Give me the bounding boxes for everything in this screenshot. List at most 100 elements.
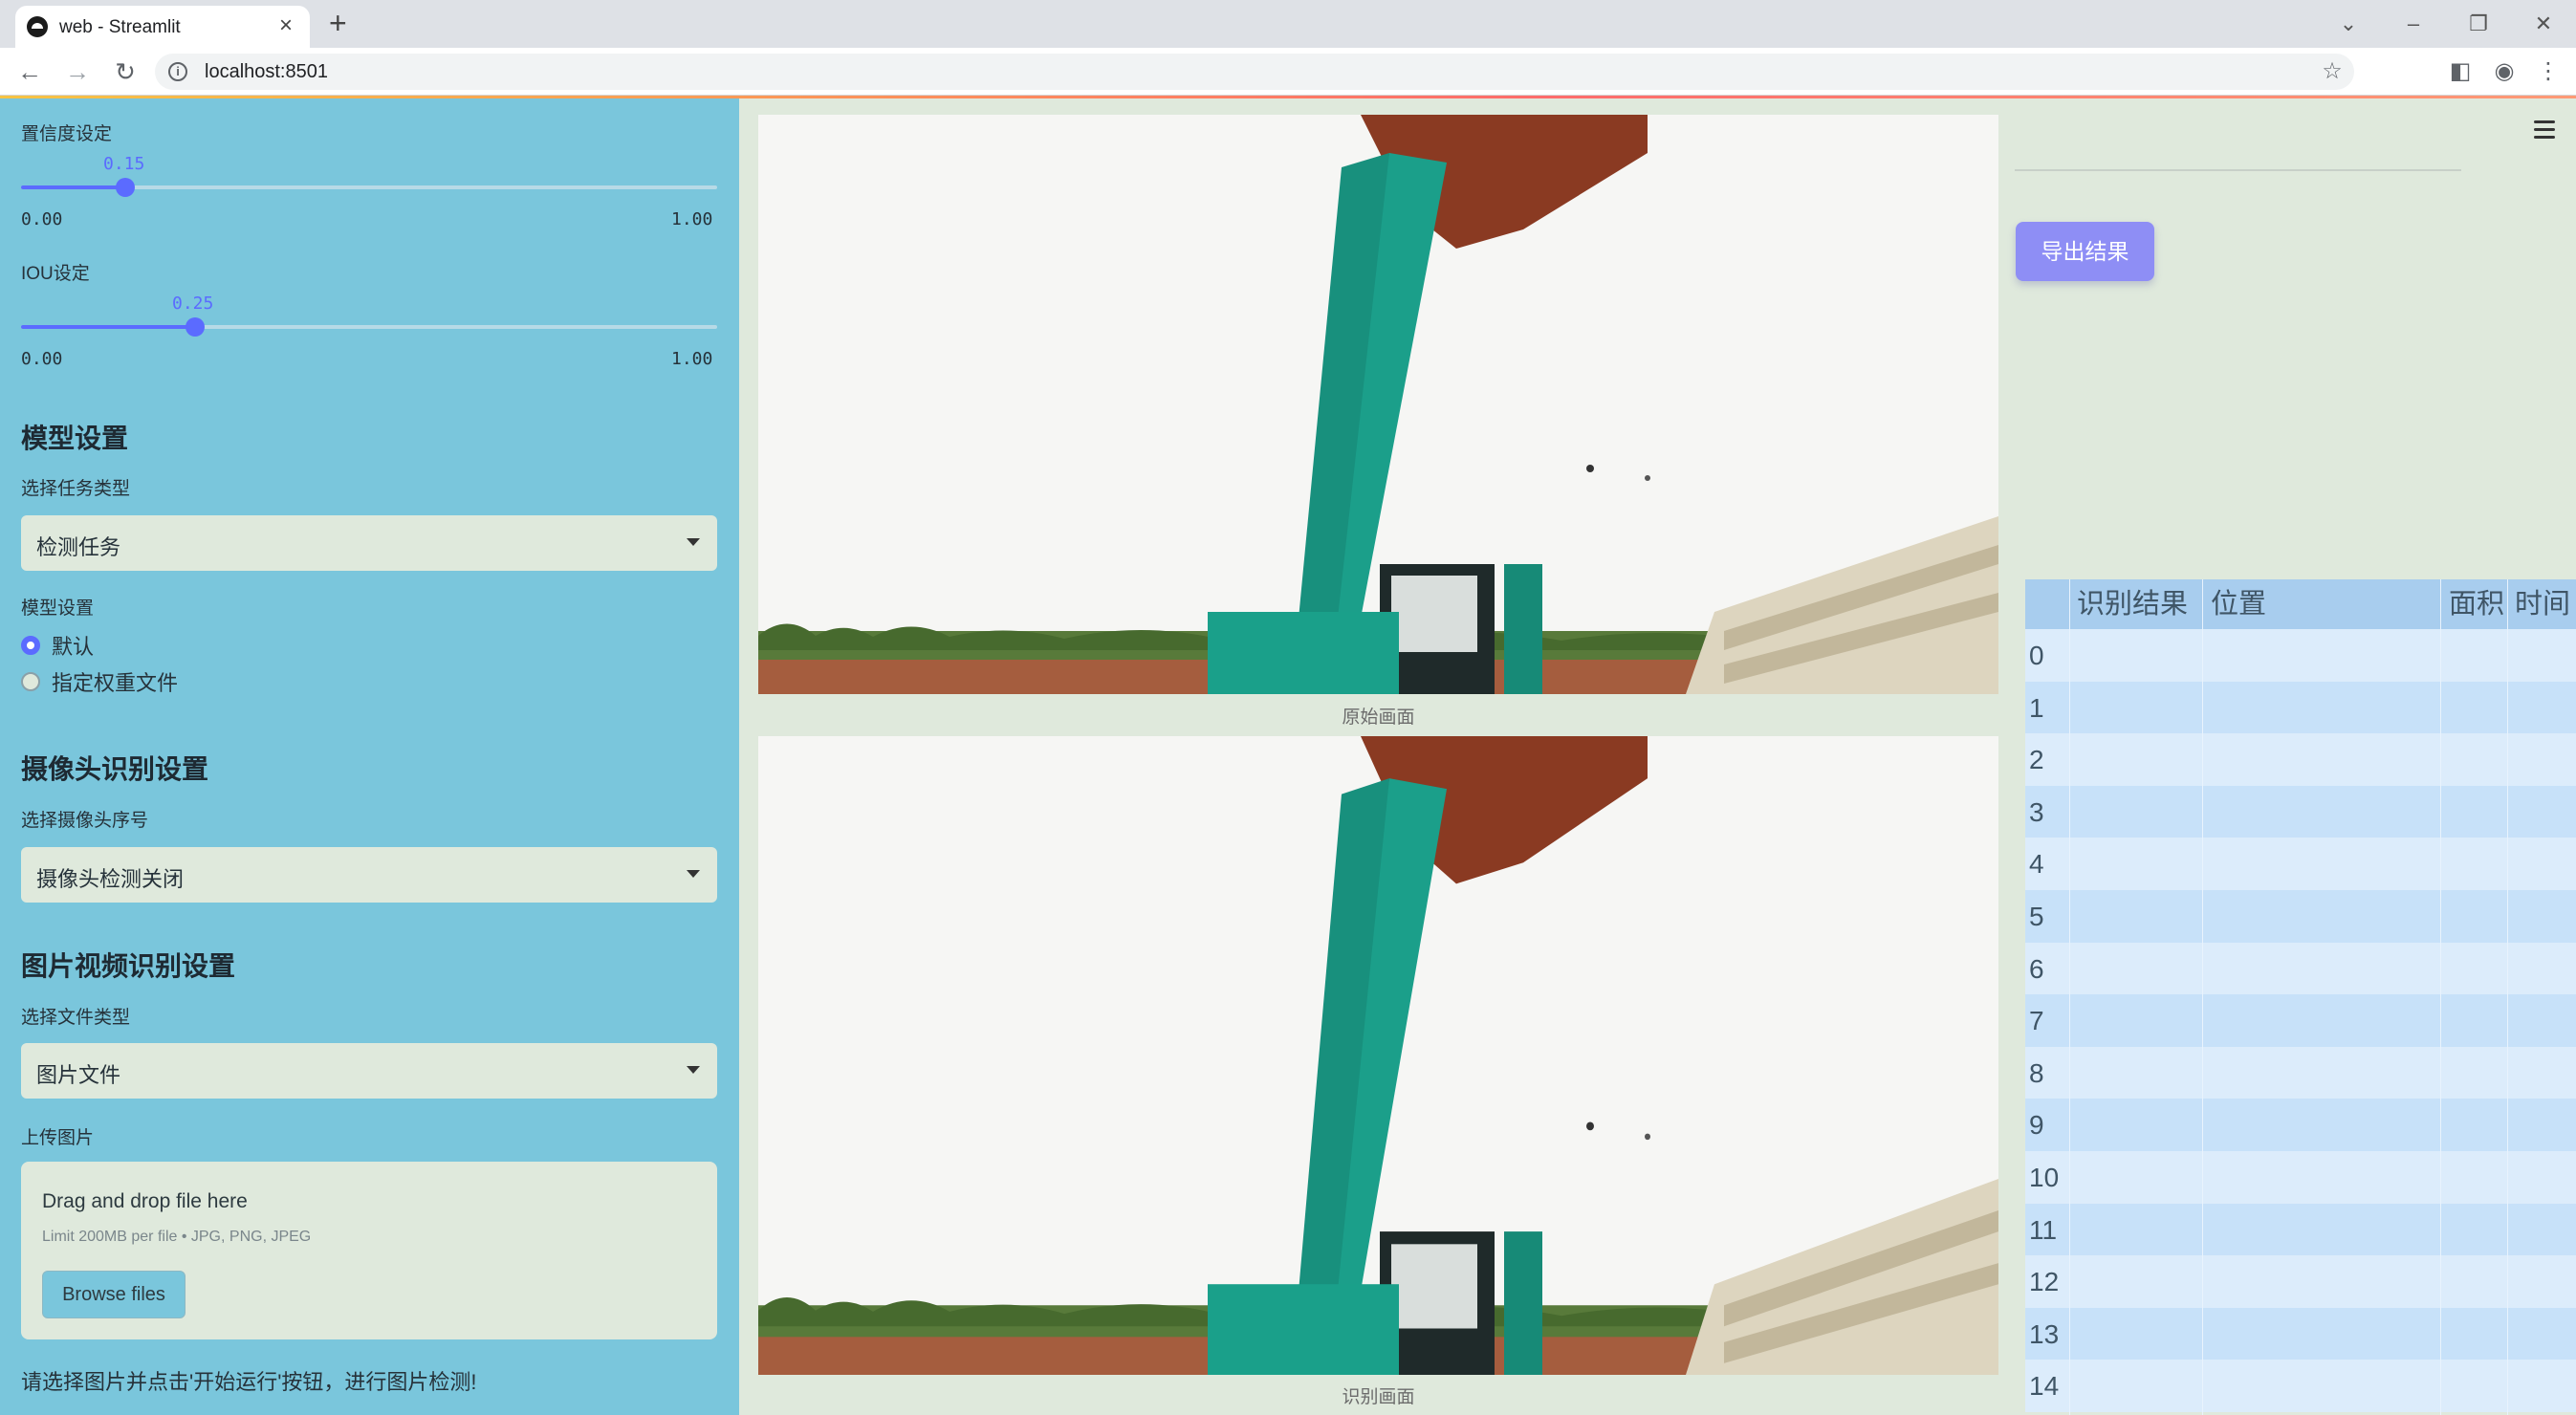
column-header-time[interactable]: 时间 xyxy=(2515,579,2570,629)
task-type-value: 检测任务 xyxy=(36,535,121,559)
file-type-label: 选择文件类型 xyxy=(21,1008,131,1028)
table-header: 识别结果 位置 面积 时间 xyxy=(2025,579,2576,629)
chevron-down-icon xyxy=(687,870,700,878)
table-row[interactable]: 10 xyxy=(2025,1151,2576,1204)
task-type-label: 选择任务类型 xyxy=(21,479,131,499)
radio-custom-weights-label: 指定权重文件 xyxy=(52,671,179,695)
file-type-value: 图片文件 xyxy=(36,1063,121,1087)
task-type-select[interactable]: 检测任务 xyxy=(21,515,717,571)
confidence-label: 置信度设定 xyxy=(21,124,113,144)
table-row[interactable]: 9 xyxy=(2025,1099,2576,1152)
row-index: 5 xyxy=(2029,902,2044,931)
original-image-caption: 原始画面 xyxy=(1342,708,1415,728)
radio-default[interactable]: 默认 xyxy=(21,630,94,661)
camera-index-label: 选择摄像头序号 xyxy=(21,811,149,831)
column-header-position[interactable]: 位置 xyxy=(2211,579,2266,629)
row-index: 3 xyxy=(2029,796,2044,827)
results-table[interactable]: 识别结果 位置 面积 时间 0 1 2 3 4 5 6 7 8 9 10 11 12 13 14 xyxy=(2025,579,2576,1415)
radio-selected-icon[interactable] xyxy=(21,636,40,655)
confidence-slider-fill xyxy=(21,185,125,189)
row-index: 6 xyxy=(2029,953,2044,984)
file-settings-heading: 图片视频识别设置 xyxy=(21,951,236,981)
sidebar: 置信度设定 0.15 0.00 1.00 IOU设定 0.25 0.00 1.0… xyxy=(0,98,739,1415)
reload-icon[interactable]: ↻ xyxy=(109,55,142,88)
file-type-select[interactable]: 图片文件 xyxy=(21,1043,717,1099)
dropzone-title: Drag and drop file here xyxy=(42,1190,248,1212)
camera-index-value: 摄像头检测关闭 xyxy=(36,867,185,891)
camera-index-select[interactable]: 摄像头检测关闭 xyxy=(21,847,717,903)
browser-menu-icon[interactable]: ⋮ xyxy=(2534,57,2563,86)
table-row[interactable]: 5 xyxy=(2025,890,2576,943)
back-arrow-icon[interactable]: ← xyxy=(13,55,46,88)
close-tab-icon[interactable]: × xyxy=(279,11,293,40)
tab-search-chevron-icon[interactable]: ⌄ xyxy=(2316,11,2381,36)
model-settings-heading: 模型设置 xyxy=(21,424,129,453)
camera-settings-heading: 摄像头识别设置 xyxy=(21,754,209,784)
radio-unselected-icon[interactable] xyxy=(21,672,40,691)
close-window-icon[interactable]: ✕ xyxy=(2511,11,2576,36)
table-row[interactable]: 8 xyxy=(2025,1046,2576,1099)
browser-tab[interactable]: web - Streamlit × xyxy=(15,6,310,48)
column-divider xyxy=(2202,579,2203,1415)
row-index: 11 xyxy=(2029,1214,2058,1245)
dropzone-limit: Limit 200MB per file • JPG, PNG, JPEG xyxy=(42,1229,312,1245)
file-uploader-dropzone[interactable]: Drag and drop file here Limit 200MB per … xyxy=(21,1162,717,1339)
row-index: 14 xyxy=(2029,1371,2060,1402)
browser-toolbar: ← → ↻ i localhost:8501 ☆ ◧ ◉ ⋮ xyxy=(0,48,2576,96)
confidence-value: 0.15 xyxy=(103,154,145,174)
address-bar[interactable]: i localhost:8501 ☆ xyxy=(155,54,2354,90)
side-panel-icon[interactable]: ◧ xyxy=(2446,57,2475,86)
model-settings-label: 模型设置 xyxy=(21,599,95,619)
row-index: 8 xyxy=(2029,1057,2044,1088)
table-row[interactable]: 3 xyxy=(2025,785,2576,838)
iou-label: IOU设定 xyxy=(21,264,90,284)
radio-custom-weights[interactable]: 指定权重文件 xyxy=(21,666,178,697)
row-index: 2 xyxy=(2029,745,2044,775)
iou-slider[interactable] xyxy=(21,317,717,337)
confidence-slider[interactable] xyxy=(21,178,717,197)
iou-slider-fill xyxy=(21,325,195,329)
divider xyxy=(2015,169,2461,171)
table-row[interactable]: 7 xyxy=(2025,994,2576,1048)
app-menu-hamburger-icon[interactable] xyxy=(2534,119,2559,142)
table-row[interactable]: 4 xyxy=(2025,838,2576,891)
iou-min: 0.00 xyxy=(21,349,63,369)
table-row[interactable]: 13 xyxy=(2025,1307,2576,1361)
column-header-area[interactable]: 面积 xyxy=(2449,579,2504,629)
result-image-caption: 识别画面 xyxy=(1342,1387,1415,1407)
table-row[interactable]: 1 xyxy=(2025,681,2576,734)
url-text[interactable]: localhost:8501 xyxy=(205,61,328,83)
bookmark-star-icon[interactable]: ☆ xyxy=(2318,57,2347,86)
streamlit-favicon-icon xyxy=(27,16,48,37)
minimize-icon[interactable]: – xyxy=(2381,11,2446,36)
table-row[interactable]: 14 xyxy=(2025,1360,2576,1413)
table-row[interactable]: 6 xyxy=(2025,942,2576,995)
table-row[interactable]: 12 xyxy=(2025,1255,2576,1309)
forward-arrow-icon[interactable]: → xyxy=(61,55,94,88)
table-row[interactable]: 11 xyxy=(2025,1203,2576,1256)
table-row[interactable]: 2 xyxy=(2025,733,2576,787)
row-index: 13 xyxy=(2029,1318,2060,1349)
confidence-max: 1.00 xyxy=(671,209,713,229)
tab-title: web - Streamlit xyxy=(59,17,181,37)
export-results-button[interactable]: 导出结果 xyxy=(2016,222,2154,281)
restore-icon[interactable]: ❐ xyxy=(2446,11,2511,36)
confidence-slider-thumb[interactable] xyxy=(116,178,135,197)
browse-files-button[interactable]: Browse files xyxy=(42,1271,186,1318)
original-image-graphic xyxy=(758,115,1998,694)
row-index: 1 xyxy=(2029,692,2044,723)
confidence-min: 0.00 xyxy=(21,209,63,229)
row-index: 9 xyxy=(2029,1110,2044,1141)
row-index: 12 xyxy=(2029,1267,2060,1297)
window-controls: ⌄ – ❐ ✕ xyxy=(2316,0,2576,48)
column-header-result[interactable]: 识别结果 xyxy=(2077,579,2188,629)
column-divider xyxy=(2507,579,2508,1415)
profile-avatar-icon[interactable]: ◉ xyxy=(2490,57,2519,86)
site-info-icon[interactable]: i xyxy=(168,62,187,81)
new-tab-icon[interactable]: + xyxy=(329,8,347,38)
row-index: 10 xyxy=(2029,1163,2060,1192)
table-row[interactable]: 0 xyxy=(2025,629,2576,682)
column-divider xyxy=(2069,579,2070,1415)
iou-slider-thumb[interactable] xyxy=(186,317,205,337)
row-index: 0 xyxy=(2029,641,2044,670)
